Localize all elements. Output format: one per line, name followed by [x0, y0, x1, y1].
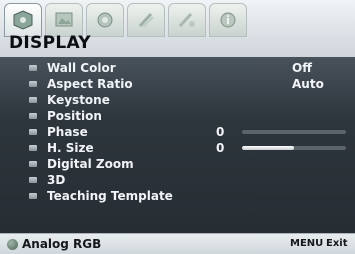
- phase-slider[interactable]: [242, 130, 346, 134]
- page-title: DISPLAY: [9, 33, 91, 53]
- tab-source[interactable]: [86, 3, 124, 37]
- menu-item-value: Off: [292, 61, 312, 75]
- status-bar: Analog RGB MENU Exit: [0, 233, 355, 254]
- menu-item-label: Position: [47, 109, 102, 123]
- menu-tabs: [4, 3, 247, 37]
- bullet-icon: [29, 145, 37, 151]
- tab-picture[interactable]: [45, 3, 83, 37]
- input-source-label: Analog RGB: [22, 237, 102, 251]
- menu-item-3d[interactable]: 3D: [0, 172, 355, 188]
- menu-item-wall-color[interactable]: Wall Color Off: [0, 60, 355, 76]
- osd-menu: DISPLAY Wall Color Off Aspect Ratio Auto…: [0, 0, 355, 254]
- bullet-icon: [29, 97, 37, 103]
- bullet-icon: [29, 113, 37, 119]
- bullet-icon: [29, 65, 37, 71]
- tab-settings[interactable]: [127, 3, 165, 37]
- bullet-icon: [29, 177, 37, 183]
- advanced-settings-icon: [178, 12, 195, 28]
- input-source-icon: [7, 239, 18, 250]
- menu-item-label: Wall Color: [47, 61, 116, 75]
- menu-item-value: 0: [216, 141, 225, 155]
- picture-icon: [55, 12, 73, 27]
- tab-display[interactable]: [4, 3, 42, 37]
- source-icon: [97, 12, 113, 28]
- menu-item-label: Phase: [47, 125, 88, 139]
- bullet-icon: [29, 81, 37, 87]
- menu-item-label: H. Size: [47, 141, 94, 155]
- menu-item-label: Teaching Template: [47, 189, 173, 203]
- display-icon: [13, 10, 33, 30]
- menu-item-label: 3D: [47, 173, 66, 187]
- h-size-slider[interactable]: [242, 146, 346, 150]
- tab-information[interactable]: [209, 3, 247, 37]
- menu-header: DISPLAY: [0, 0, 355, 57]
- menu-key-hint: MENU: [290, 238, 324, 249]
- menu-item-label: Digital Zoom: [47, 157, 134, 171]
- menu-item-value: Auto: [292, 77, 324, 91]
- menu-item-value: 0: [216, 125, 225, 139]
- menu-item-digital-zoom[interactable]: Digital Zoom: [0, 156, 355, 172]
- menu-item-h-size[interactable]: H. Size 0: [0, 140, 355, 156]
- menu-item-keystone[interactable]: Keystone: [0, 92, 355, 108]
- bullet-icon: [29, 193, 37, 199]
- slider-fill: [242, 146, 294, 150]
- exit-hint: Exit: [326, 238, 348, 249]
- settings-icon: [138, 12, 154, 28]
- menu-list: Wall Color Off Aspect Ratio Auto Keyston…: [0, 57, 355, 233]
- menu-item-label: Keystone: [47, 93, 110, 107]
- bullet-icon: [29, 161, 37, 167]
- menu-item-position[interactable]: Position: [0, 108, 355, 124]
- menu-item-teaching-template[interactable]: Teaching Template: [0, 188, 355, 204]
- tab-advanced-settings[interactable]: [168, 3, 206, 37]
- menu-item-label: Aspect Ratio: [47, 77, 133, 91]
- menu-item-aspect-ratio[interactable]: Aspect Ratio Auto: [0, 76, 355, 92]
- menu-item-phase[interactable]: Phase 0: [0, 124, 355, 140]
- information-icon: [220, 12, 236, 28]
- bullet-icon: [29, 129, 37, 135]
